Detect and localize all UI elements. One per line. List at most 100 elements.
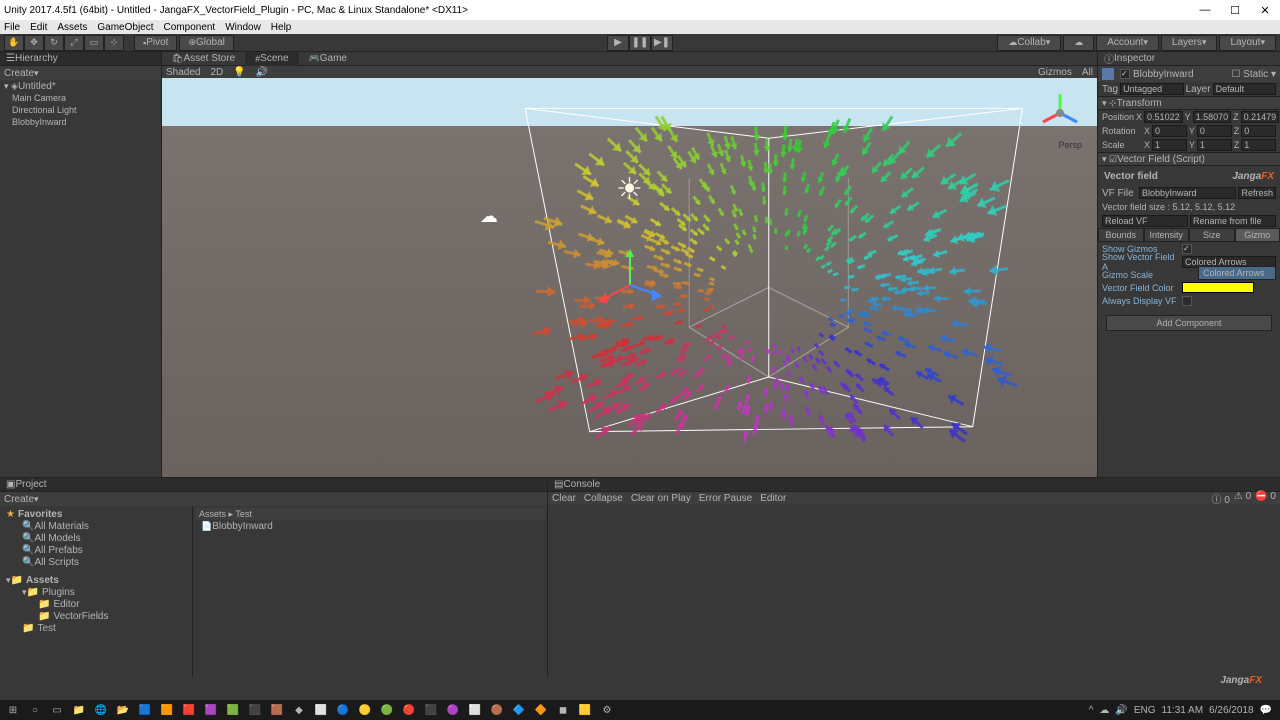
subtab-gizmo[interactable]: Gizmo bbox=[1235, 228, 1280, 242]
menu-assets[interactable]: Assets bbox=[57, 22, 87, 33]
reload-vf-button[interactable]: Reload VF bbox=[1102, 215, 1188, 227]
project-create-dropdown[interactable]: Create ▾ bbox=[0, 492, 547, 506]
camera-icon[interactable]: ☁ bbox=[480, 206, 498, 227]
pivot-toggle[interactable]: ▪ Pivot bbox=[134, 35, 177, 51]
hierarchy-item-light[interactable]: Directional Light bbox=[0, 104, 161, 116]
vectorfield-component-header[interactable]: ▾ ☑ Vector Field (Script) bbox=[1098, 152, 1280, 166]
taskbar-app-icon[interactable]: 📁 bbox=[70, 702, 88, 718]
assets-folder[interactable]: ▾ 📁Assets bbox=[2, 574, 190, 586]
hierarchy-tab[interactable]: ☰ Hierarchy bbox=[0, 52, 161, 66]
taskbar-app-icon[interactable]: 🌐 bbox=[92, 702, 110, 718]
console-clear-button[interactable]: Clear bbox=[552, 493, 576, 504]
tray-notifications-icon[interactable]: 💬 bbox=[1260, 705, 1272, 716]
project-breadcrumb[interactable]: Assets ▸ Test bbox=[195, 508, 545, 520]
fav-all-prefabs[interactable]: 🔍 All Prefabs bbox=[2, 544, 190, 556]
taskbar-app-icon[interactable]: 🟫 bbox=[268, 702, 286, 718]
gizmos-dropdown[interactable]: Gizmos bbox=[1038, 67, 1072, 78]
menu-help[interactable]: Help bbox=[271, 22, 292, 33]
subtab-intensity[interactable]: Intensity bbox=[1144, 228, 1190, 242]
taskbar-app-icon[interactable]: 🟧 bbox=[158, 702, 176, 718]
add-component-button[interactable]: Add Component bbox=[1106, 315, 1272, 331]
rotation-y-field[interactable]: 0 bbox=[1197, 125, 1232, 137]
menu-component[interactable]: Component bbox=[164, 22, 216, 33]
scale-z-field[interactable]: 1 bbox=[1241, 139, 1276, 151]
rotation-x-field[interactable]: 0 bbox=[1152, 125, 1187, 137]
scene-light-toggle[interactable]: 💡 bbox=[233, 67, 245, 78]
collab-dropdown[interactable]: ☁ Collab ▾ bbox=[997, 35, 1061, 51]
tray-expand-icon[interactable]: ^ bbox=[1089, 705, 1094, 716]
subtab-size[interactable]: Size bbox=[1189, 228, 1235, 242]
menu-edit[interactable]: Edit bbox=[30, 22, 47, 33]
fav-all-models[interactable]: 🔍 All Models bbox=[2, 532, 190, 544]
tray-lang[interactable]: ENG bbox=[1134, 705, 1156, 716]
taskbar-app-icon[interactable]: ⬛ bbox=[246, 702, 264, 718]
scene-orientation-gizmo[interactable] bbox=[1035, 88, 1085, 138]
taskbar-app-icon[interactable]: ◼ bbox=[554, 702, 572, 718]
console-clear-on-play-toggle[interactable]: Clear on Play bbox=[631, 493, 691, 504]
position-x-field[interactable]: 0.51022 bbox=[1144, 111, 1183, 123]
hand-tool-button[interactable]: ✋ bbox=[4, 35, 24, 51]
console-error-pause-toggle[interactable]: Error Pause bbox=[699, 493, 752, 504]
tab-scene[interactable]: # Scene bbox=[245, 52, 298, 66]
taskbar-app-icon[interactable]: 🔴 bbox=[400, 702, 418, 718]
console-tab[interactable]: ▤ Console bbox=[548, 478, 1280, 492]
taskbar-app-icon[interactable]: 🟢 bbox=[378, 702, 396, 718]
taskbar-app-icon[interactable]: 🔶 bbox=[532, 702, 550, 718]
start-button[interactable]: ⊞ bbox=[4, 702, 22, 718]
rect-tool-button[interactable]: ▭ bbox=[84, 35, 104, 51]
inspector-tab[interactable]: ⓘ Inspector bbox=[1098, 52, 1280, 66]
refresh-button[interactable]: Refresh bbox=[1238, 187, 1276, 199]
perspective-label[interactable]: Persp bbox=[1058, 140, 1082, 150]
editor-folder[interactable]: 📁Editor bbox=[2, 598, 190, 610]
rotate-tool-button[interactable]: ↻ bbox=[44, 35, 64, 51]
play-button[interactable]: ▶ bbox=[607, 35, 629, 51]
scene-audio-toggle[interactable]: 🔊 bbox=[256, 67, 268, 78]
taskbar-app-icon[interactable]: 🟤 bbox=[488, 702, 506, 718]
menu-window[interactable]: Window bbox=[225, 22, 261, 33]
taskbar-app-icon[interactable]: 🟦 bbox=[136, 702, 154, 718]
layout-dropdown[interactable]: Layout ▾ bbox=[1219, 35, 1276, 51]
transform-tool-button[interactable]: ⊹ bbox=[104, 35, 124, 51]
file-blobbyinward[interactable]: 📄 BlobbyInward bbox=[195, 520, 545, 532]
taskbar-app-icon[interactable]: 🟪 bbox=[202, 702, 220, 718]
tab-game[interactable]: 🎮 Game bbox=[299, 52, 357, 66]
subtab-bounds[interactable]: Bounds bbox=[1098, 228, 1144, 242]
vf-file-field[interactable]: BlobbyInward bbox=[1139, 187, 1236, 199]
step-button[interactable]: ▶❚ bbox=[651, 35, 673, 51]
layer-dropdown[interactable]: Default bbox=[1213, 83, 1276, 95]
tray-time[interactable]: 11:31 AM bbox=[1162, 705, 1204, 716]
menu-file[interactable]: File bbox=[4, 22, 20, 33]
taskbar-app-icon[interactable]: 🟡 bbox=[356, 702, 374, 718]
plugins-folder[interactable]: ▾ 📁Plugins bbox=[2, 586, 190, 598]
taskbar-app-icon[interactable]: 🟩 bbox=[224, 702, 242, 718]
search-all[interactable]: All bbox=[1082, 67, 1093, 78]
always-display-checkbox[interactable] bbox=[1182, 296, 1192, 306]
taskbar-app-icon[interactable]: ⚙ bbox=[598, 702, 616, 718]
project-tab[interactable]: ▣ Project bbox=[0, 478, 547, 492]
taskbar-app-icon[interactable]: 📂 bbox=[114, 702, 132, 718]
dropdown-option-colored-arrows[interactable]: Colored Arrows bbox=[1198, 266, 1276, 280]
taskbar-app-icon[interactable]: ⬛ bbox=[422, 702, 440, 718]
tray-onedrive-icon[interactable]: ☁ bbox=[1099, 705, 1109, 716]
scale-y-field[interactable]: 1 bbox=[1197, 139, 1232, 151]
tab-asset-store[interactable]: 🛍 Asset Store bbox=[162, 52, 245, 66]
hierarchy-create-dropdown[interactable]: Create ▾ bbox=[0, 66, 161, 80]
taskbar-app-icon[interactable]: ⬜ bbox=[466, 702, 484, 718]
directional-light-icon[interactable]: ☀ bbox=[610, 170, 650, 210]
favorites-folder[interactable]: ★Favorites bbox=[2, 508, 190, 520]
cloud-button[interactable]: ☁ bbox=[1063, 35, 1094, 51]
close-button[interactable]: ✕ bbox=[1250, 0, 1280, 20]
taskbar-app-icon[interactable]: 🟨 bbox=[576, 702, 594, 718]
console-warn-count[interactable]: ⚠ 0 bbox=[1234, 491, 1251, 506]
tag-dropdown[interactable]: Untagged bbox=[1120, 83, 1183, 95]
tray-volume-icon[interactable]: 🔊 bbox=[1115, 705, 1127, 716]
transform-component-header[interactable]: ▾ ⊹ Transform bbox=[1098, 96, 1280, 110]
console-info-count[interactable]: ⓘ 0 bbox=[1212, 491, 1230, 506]
hierarchy-item-blobby[interactable]: BlobbyInward bbox=[0, 116, 161, 128]
vectorfield-color-swatch[interactable] bbox=[1182, 282, 1254, 293]
cortana-icon[interactable]: ○ bbox=[26, 702, 44, 718]
show-gizmos-checkbox[interactable] bbox=[1182, 244, 1192, 254]
taskbar-app-icon[interactable]: ⬜ bbox=[312, 702, 330, 718]
taskbar-app-icon[interactable]: 🔷 bbox=[510, 702, 528, 718]
static-checkbox[interactable]: ☐ Static ▾ bbox=[1231, 69, 1276, 80]
